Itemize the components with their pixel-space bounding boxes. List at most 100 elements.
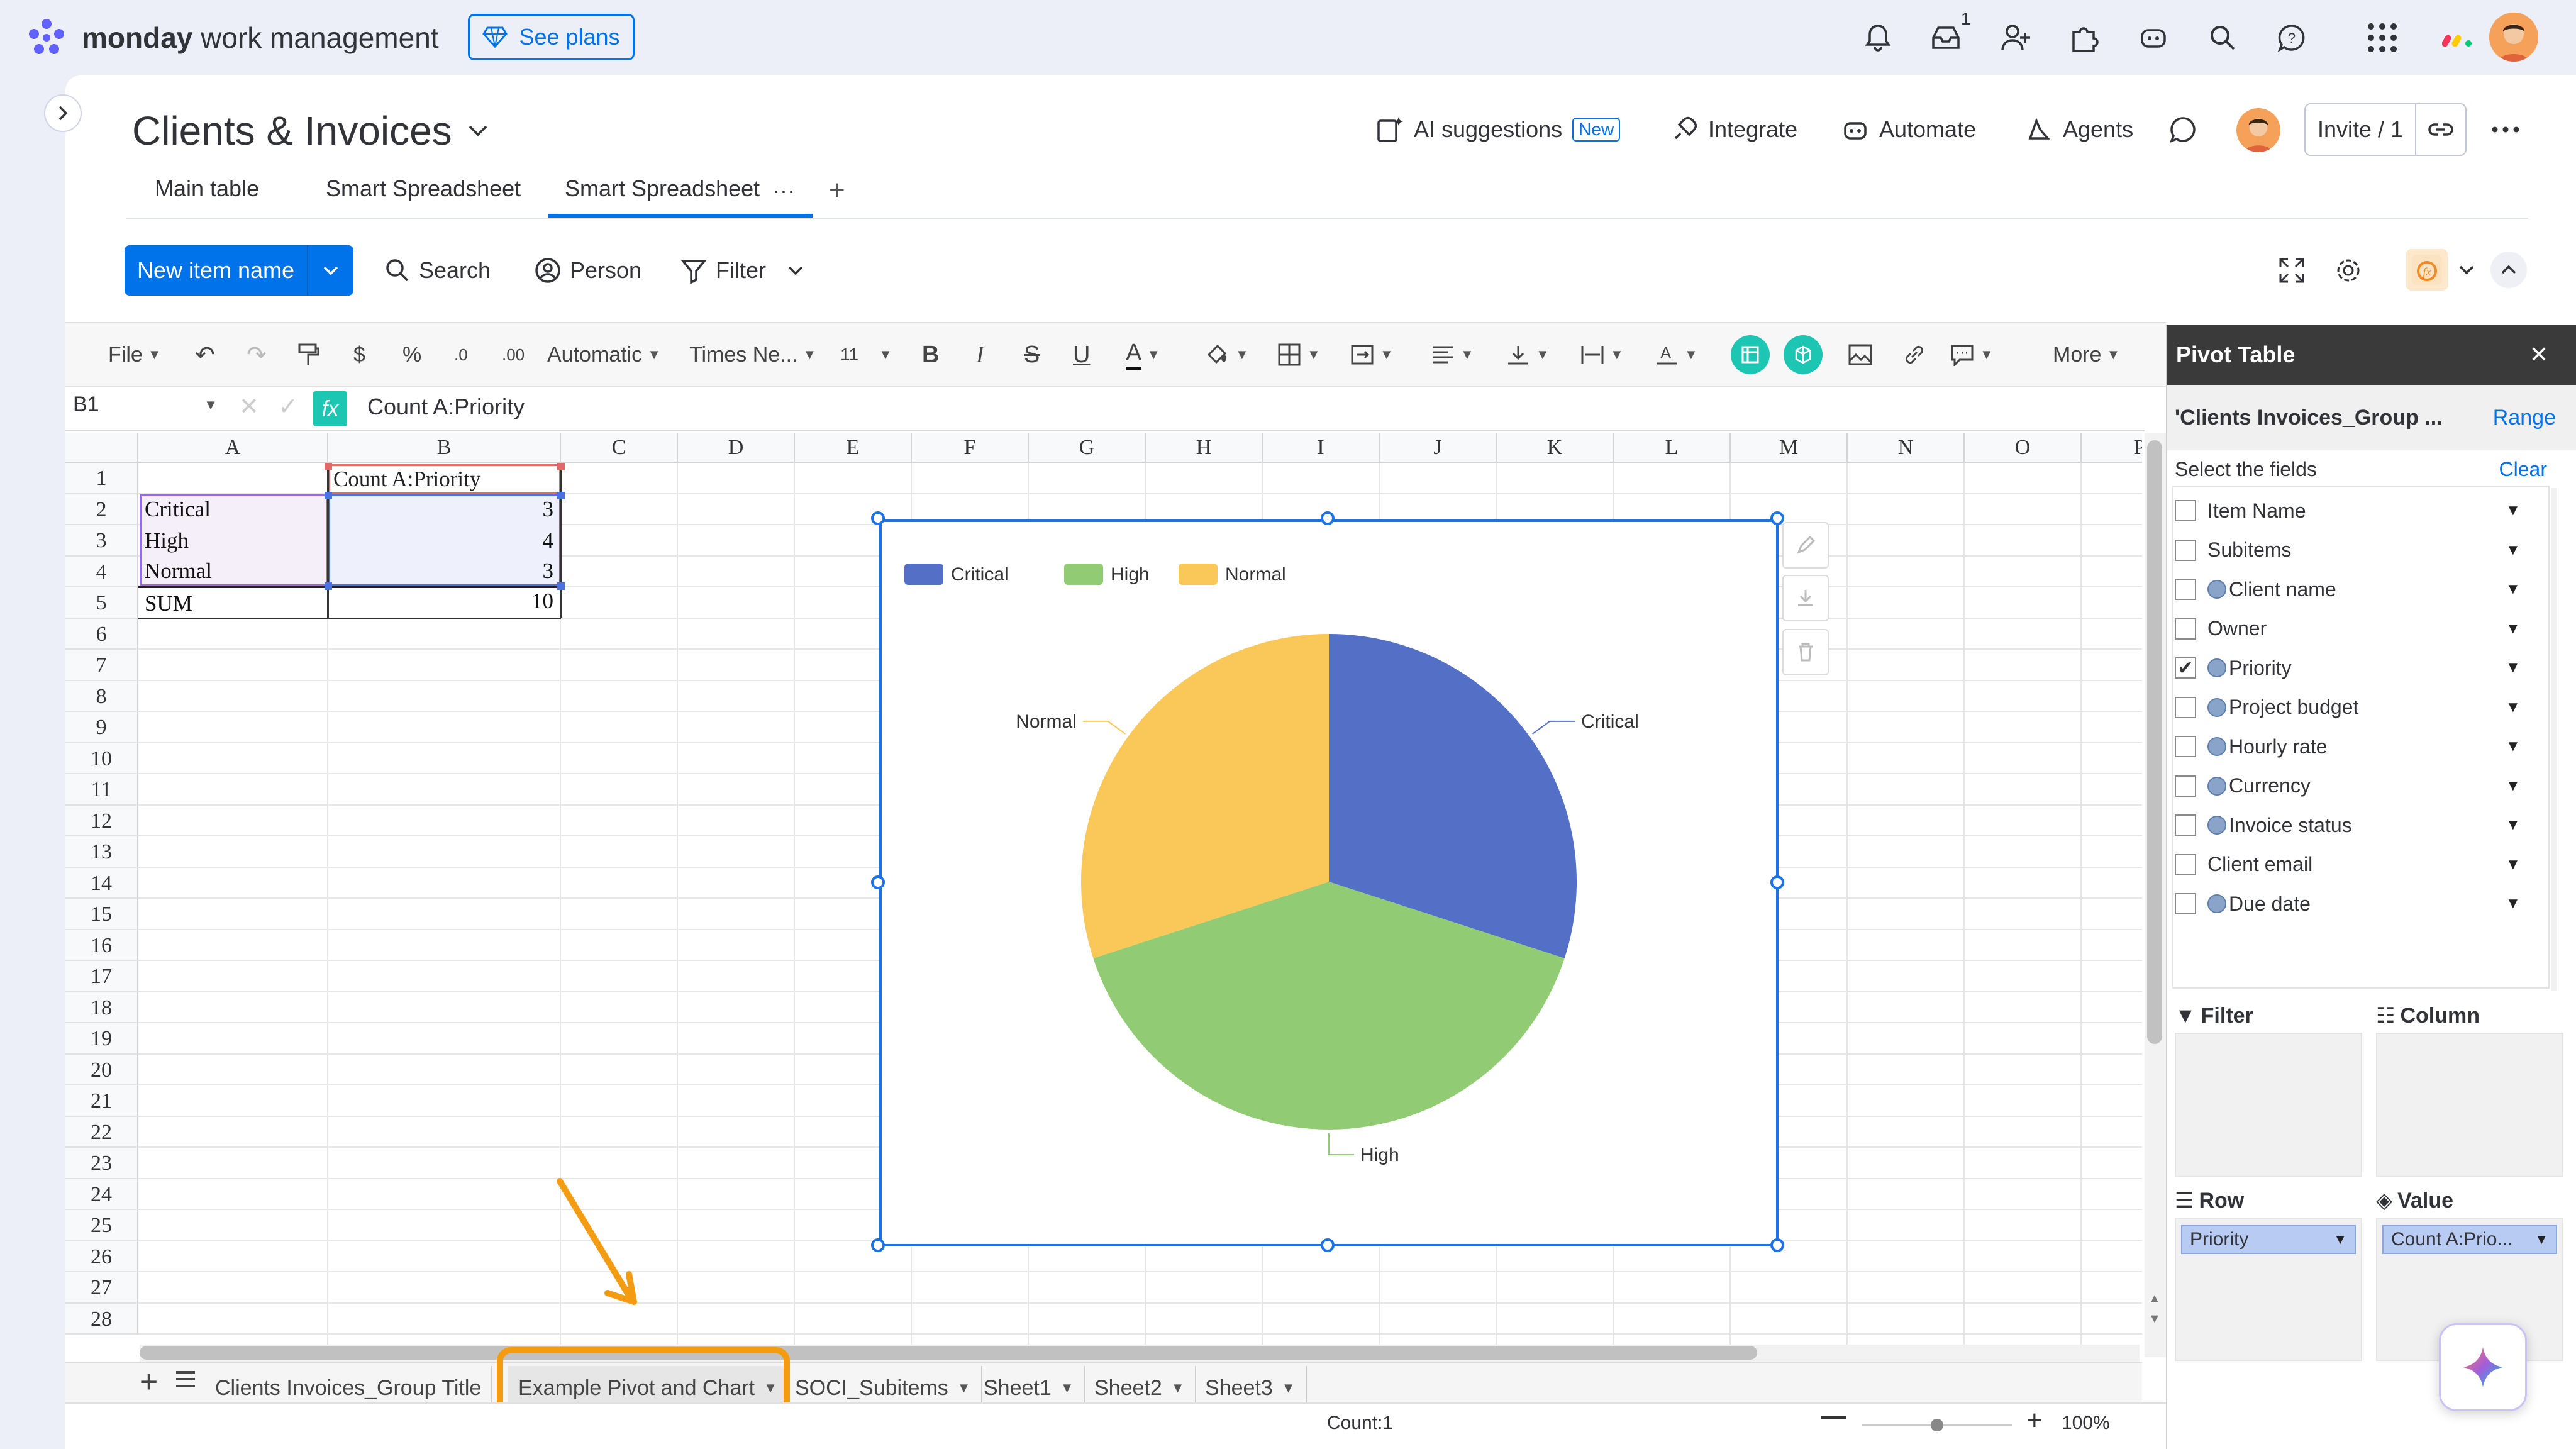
user-avatar[interactable] [2489, 13, 2538, 62]
row-header-23[interactable]: 23 [65, 1148, 138, 1179]
tab-options-icon[interactable]: ··· [772, 177, 795, 204]
legend-swatch-normal[interactable] [1179, 564, 1218, 585]
bell-icon[interactable] [1859, 19, 1897, 57]
column-header-b[interactable]: B [328, 433, 561, 463]
pivot-field-options-caret[interactable]: ▼ [2506, 502, 2521, 519]
help-icon[interactable]: ? [2273, 19, 2311, 57]
row-header-28[interactable]: 28 [65, 1303, 138, 1335]
chart-resize-handle-bottom[interactable] [1321, 1238, 1335, 1252]
smart-spreadsheet-app-icon[interactable]: fx [2406, 249, 2448, 291]
filter-chevron-down-icon[interactable] [787, 265, 804, 275]
fill-color-icon[interactable]: ▼ [1205, 333, 1249, 376]
close-pivot-panel-icon[interactable]: ✕ [2529, 341, 2548, 368]
cell-b3[interactable]: 4 [330, 526, 557, 556]
pivot-field-options-caret[interactable]: ▼ [2506, 895, 2521, 913]
tab-smart-spreadsheet-1[interactable]: Smart Spreadsheet [326, 169, 521, 219]
legend-swatch-critical[interactable] [904, 564, 943, 585]
bold-button[interactable]: B [922, 333, 939, 376]
monday-products-icon[interactable] [2439, 19, 2477, 57]
copy-link-icon[interactable] [2416, 104, 2465, 155]
legend-label-critical[interactable]: Critical [951, 564, 1009, 585]
ai-bot-icon[interactable] [2135, 19, 2172, 57]
chart-resize-handle-top[interactable] [1321, 511, 1335, 525]
chart-resize-handle-left[interactable] [871, 875, 885, 889]
insert-image-icon[interactable] [1848, 333, 1873, 376]
row-header-19[interactable]: 19 [65, 1023, 138, 1055]
row-header-11[interactable]: 11 [65, 774, 138, 806]
add-view-icon[interactable]: + [829, 175, 845, 206]
pivot-field-subitems[interactable]: Subitems [2175, 531, 2527, 569]
row-header-21[interactable]: 21 [65, 1085, 138, 1117]
checkbox[interactable] [2175, 853, 2196, 875]
pivot-field-priority[interactable]: ✔ Priority [2175, 649, 2527, 687]
checkbox-checked[interactable]: ✔ [2175, 657, 2196, 679]
percent-format-button[interactable]: % [402, 333, 421, 376]
sheet-tab-menu-caret[interactable]: ▼ [1282, 1380, 1296, 1396]
merge-cells-icon[interactable]: ▼ [1350, 333, 1394, 376]
cell-a5[interactable]: SUM [141, 589, 323, 619]
text-wrap-icon[interactable]: ▼ [1580, 333, 1624, 376]
row-header-2[interactable]: 2 [65, 494, 138, 525]
tab-main-table[interactable]: Main table [155, 169, 259, 219]
pivot-field-options-caret[interactable]: ▼ [2506, 777, 2521, 795]
vertical-scroll-thumb[interactable] [2147, 440, 2162, 1044]
clear-fields-link[interactable]: Clear [2499, 458, 2547, 481]
column-header-c[interactable]: C [561, 433, 678, 463]
more-tools-menu[interactable]: More ▼ [2053, 333, 2120, 376]
pivot-range-link[interactable]: Range [2493, 406, 2556, 430]
sheet-tab-menu-caret[interactable]: ▼ [1171, 1380, 1185, 1396]
inbox-icon[interactable] [1927, 19, 1965, 57]
column-header-h[interactable]: H [1146, 433, 1263, 463]
pivot-field-options-caret[interactable]: ▼ [2506, 738, 2521, 755]
increase-decimal-button[interactable]: .00 [502, 333, 525, 376]
pie-chart-container[interactable]: Critical High Normal Critical High Normal [879, 519, 1779, 1246]
download-chart-icon[interactable] [1782, 575, 1829, 621]
field-list-scrollbar[interactable] [2551, 488, 2557, 991]
checkbox[interactable] [2175, 579, 2196, 600]
column-header-e[interactable]: E [795, 433, 912, 463]
pivot-field-options-caret[interactable]: ▼ [2506, 699, 2521, 716]
formula-input[interactable]: Count A:Priority [367, 394, 525, 420]
row-header-4[interactable]: 4 [65, 556, 138, 587]
row-header-22[interactable]: 22 [65, 1116, 138, 1148]
legend-label-normal[interactable]: Normal [1225, 564, 1286, 585]
insert-chart-icon[interactable] [1784, 333, 1823, 376]
pivot-field-invoice-status[interactable]: Invoice status [2175, 806, 2527, 844]
format-painter-icon[interactable] [296, 333, 321, 376]
column-header-n[interactable]: N [1848, 433, 1965, 463]
selection-handle[interactable] [325, 492, 332, 499]
scroll-down-arrow-icon[interactable]: ▼ [2148, 1312, 2161, 1326]
zoom-in-icon[interactable]: + [2026, 1405, 2043, 1436]
legend-swatch-high[interactable] [1064, 564, 1103, 585]
row-header-13[interactable]: 13 [65, 836, 138, 868]
checkbox[interactable] [2175, 893, 2196, 914]
value-field-pill-count[interactable]: Count A:Prio... ▼ [2382, 1225, 2557, 1254]
text-rotation-icon[interactable]: A ▼ [1654, 333, 1698, 376]
tab-smart-spreadsheet-2[interactable]: Smart Spreadsheet [565, 169, 760, 219]
column-header-o[interactable]: O [1965, 433, 2082, 463]
chart-resize-handle-right[interactable] [1770, 875, 1784, 889]
pivot-field-options-caret[interactable]: ▼ [2506, 580, 2521, 598]
column-header-k[interactable]: K [1497, 433, 1614, 463]
pivot-field-options-caret[interactable]: ▼ [2506, 659, 2521, 677]
row-header-10[interactable]: 10 [65, 743, 138, 774]
checkbox[interactable] [2175, 500, 2196, 521]
column-header-i[interactable]: I [1263, 433, 1380, 463]
redo-icon[interactable]: ↷ [247, 333, 267, 376]
row-header-9[interactable]: 9 [65, 712, 138, 743]
pivot-field-options-caret[interactable]: ▼ [2506, 541, 2521, 559]
selection-handle[interactable] [325, 463, 332, 470]
checkbox[interactable] [2175, 736, 2196, 757]
row-header-12[interactable]: 12 [65, 805, 138, 836]
pivot-field-item-name[interactable]: Item Name [2175, 492, 2527, 530]
row-header-25[interactable]: 25 [65, 1210, 138, 1241]
cell-b1[interactable]: Count A:Priority [330, 464, 557, 494]
column-header-m[interactable]: M [1731, 433, 1848, 463]
row-header-3[interactable]: 3 [65, 525, 138, 557]
checkbox[interactable] [2175, 775, 2196, 797]
chart-resize-handle-bl[interactable] [871, 1238, 885, 1252]
legend-label-high[interactable]: High [1111, 564, 1150, 585]
cell-a4[interactable]: Normal [141, 556, 323, 586]
column-drop-zone[interactable] [2376, 1033, 2563, 1177]
cell-a3[interactable]: High [141, 526, 323, 556]
